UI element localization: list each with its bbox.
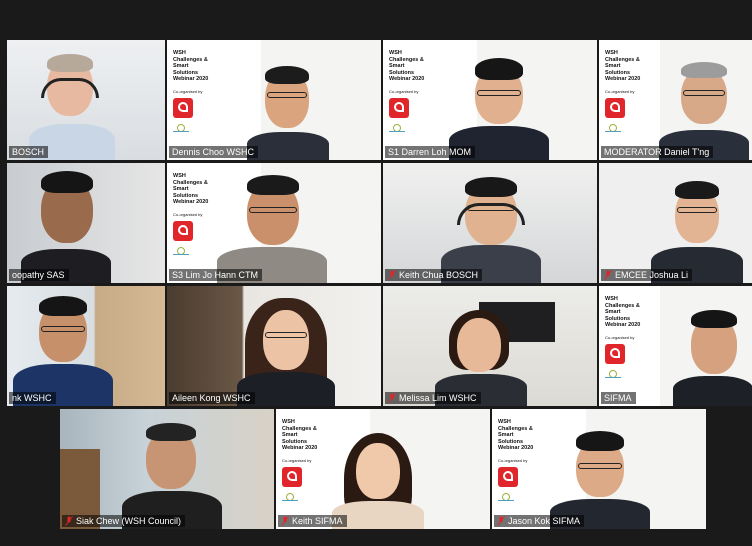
sifma-logo bbox=[498, 467, 518, 487]
wsh-council-logo bbox=[389, 124, 405, 138]
participant-name-label: MODERATOR Daniel T'ng bbox=[601, 146, 714, 158]
participant-name-label: EMCEE Joshua Li bbox=[601, 269, 693, 281]
video-tile-moderator[interactable]: WSH Challenges & Smart Solutions Webinar 202… bbox=[599, 40, 752, 160]
sifma-logo bbox=[605, 344, 625, 364]
video-tile-emcee[interactable]: EMCEE Joshua Li bbox=[599, 163, 752, 283]
participant-video bbox=[673, 306, 752, 406]
participant-video bbox=[122, 419, 222, 529]
webinar-poster: WSH Challenges & Smart Solutions Webinar 202… bbox=[599, 286, 661, 406]
wsh-council-logo bbox=[173, 247, 189, 261]
participant-video bbox=[328, 429, 428, 529]
participant-name-label: Siak Chew (WSH Council) bbox=[62, 515, 186, 527]
muted-mic-icon bbox=[281, 516, 289, 526]
sifma-logo bbox=[173, 98, 193, 118]
wsh-council-logo bbox=[605, 124, 621, 138]
participant-video bbox=[659, 56, 749, 160]
participant-name-label: Keith Chua BOSCH bbox=[385, 269, 483, 281]
video-tile-keith-sifma[interactable]: WSH Challenges & Smart Solutions Webinar 202… bbox=[276, 409, 490, 529]
participant-video bbox=[441, 173, 541, 283]
participant-name-label: Aileen Kong WSHC bbox=[169, 392, 255, 404]
video-tile-darren-loh[interactable]: WSH Challenges & Smart Solutions Webinar 202… bbox=[383, 40, 597, 160]
video-tile-siak-chew[interactable]: Siak Chew (WSH Council) bbox=[60, 409, 274, 529]
participant-video bbox=[27, 48, 117, 160]
participant-video bbox=[217, 171, 327, 283]
wsh-council-logo bbox=[282, 493, 298, 507]
video-tile-nk-wshc[interactable]: nk WSHC bbox=[7, 286, 165, 406]
sifma-logo bbox=[282, 467, 302, 487]
wsh-council-logo bbox=[173, 124, 189, 138]
participant-name-label: SIFMA bbox=[601, 392, 636, 404]
muted-mic-icon bbox=[388, 270, 396, 280]
participant-name-label: Melissa Lim WSHC bbox=[385, 392, 481, 404]
participant-name-label: BOSCH bbox=[9, 146, 49, 158]
participant-name-label: Keith SIFMA bbox=[278, 515, 347, 527]
muted-mic-icon bbox=[388, 393, 396, 403]
muted-mic-icon bbox=[65, 516, 73, 526]
video-tile-lim-jo-hann[interactable]: WSH Challenges & Smart Solutions Webinar 202… bbox=[167, 163, 381, 283]
webinar-poster: WSH Challenges & Smart Solutions Webinar 202… bbox=[599, 40, 661, 160]
participant-video bbox=[550, 425, 650, 529]
participant-video bbox=[647, 175, 747, 283]
video-tile-dennis-choo[interactable]: WSH Challenges & Smart Solutions Webinar 202… bbox=[167, 40, 381, 160]
participant-video bbox=[449, 54, 549, 160]
wsh-council-logo bbox=[605, 370, 621, 384]
sifma-logo bbox=[173, 221, 193, 241]
participant-name-label: S3 Lim Jo Hann CTM bbox=[169, 269, 263, 281]
video-tile-keith-chua[interactable]: Keith Chua BOSCH bbox=[383, 163, 597, 283]
sifma-logo bbox=[389, 98, 409, 118]
meeting-top-bar bbox=[0, 0, 752, 38]
participant-video bbox=[231, 292, 341, 406]
video-tile-oopathy[interactable]: oopathy SAS bbox=[7, 163, 165, 283]
participant-name-label: S1 Darren Loh MOM bbox=[385, 146, 476, 158]
participant-name-label: Jason Kok SIFMA bbox=[494, 515, 585, 527]
sifma-logo bbox=[605, 98, 625, 118]
video-tile-sifma[interactable]: WSH Challenges & Smart Solutions Webinar 202… bbox=[599, 286, 752, 406]
participant-video bbox=[433, 306, 529, 406]
participant-video bbox=[21, 165, 111, 283]
video-tile-melissa-lim[interactable]: Melissa Lim WSHC bbox=[383, 286, 597, 406]
wsh-council-logo bbox=[498, 493, 514, 507]
participant-name-label: oopathy SAS bbox=[9, 269, 69, 281]
muted-mic-icon bbox=[497, 516, 505, 526]
muted-mic-icon bbox=[604, 270, 612, 280]
participant-video bbox=[243, 60, 333, 160]
participant-video bbox=[13, 292, 113, 406]
video-tile-aileen-kong[interactable]: Aileen Kong WSHC bbox=[167, 286, 381, 406]
video-tile-jason-kok[interactable]: WSH Challenges & Smart Solutions Webinar 202… bbox=[492, 409, 706, 529]
participant-name-label: Dennis Choo WSHC bbox=[169, 146, 259, 158]
participant-name-label: nk WSHC bbox=[9, 392, 56, 404]
video-tile-bosch[interactable]: BOSCH bbox=[7, 40, 165, 160]
